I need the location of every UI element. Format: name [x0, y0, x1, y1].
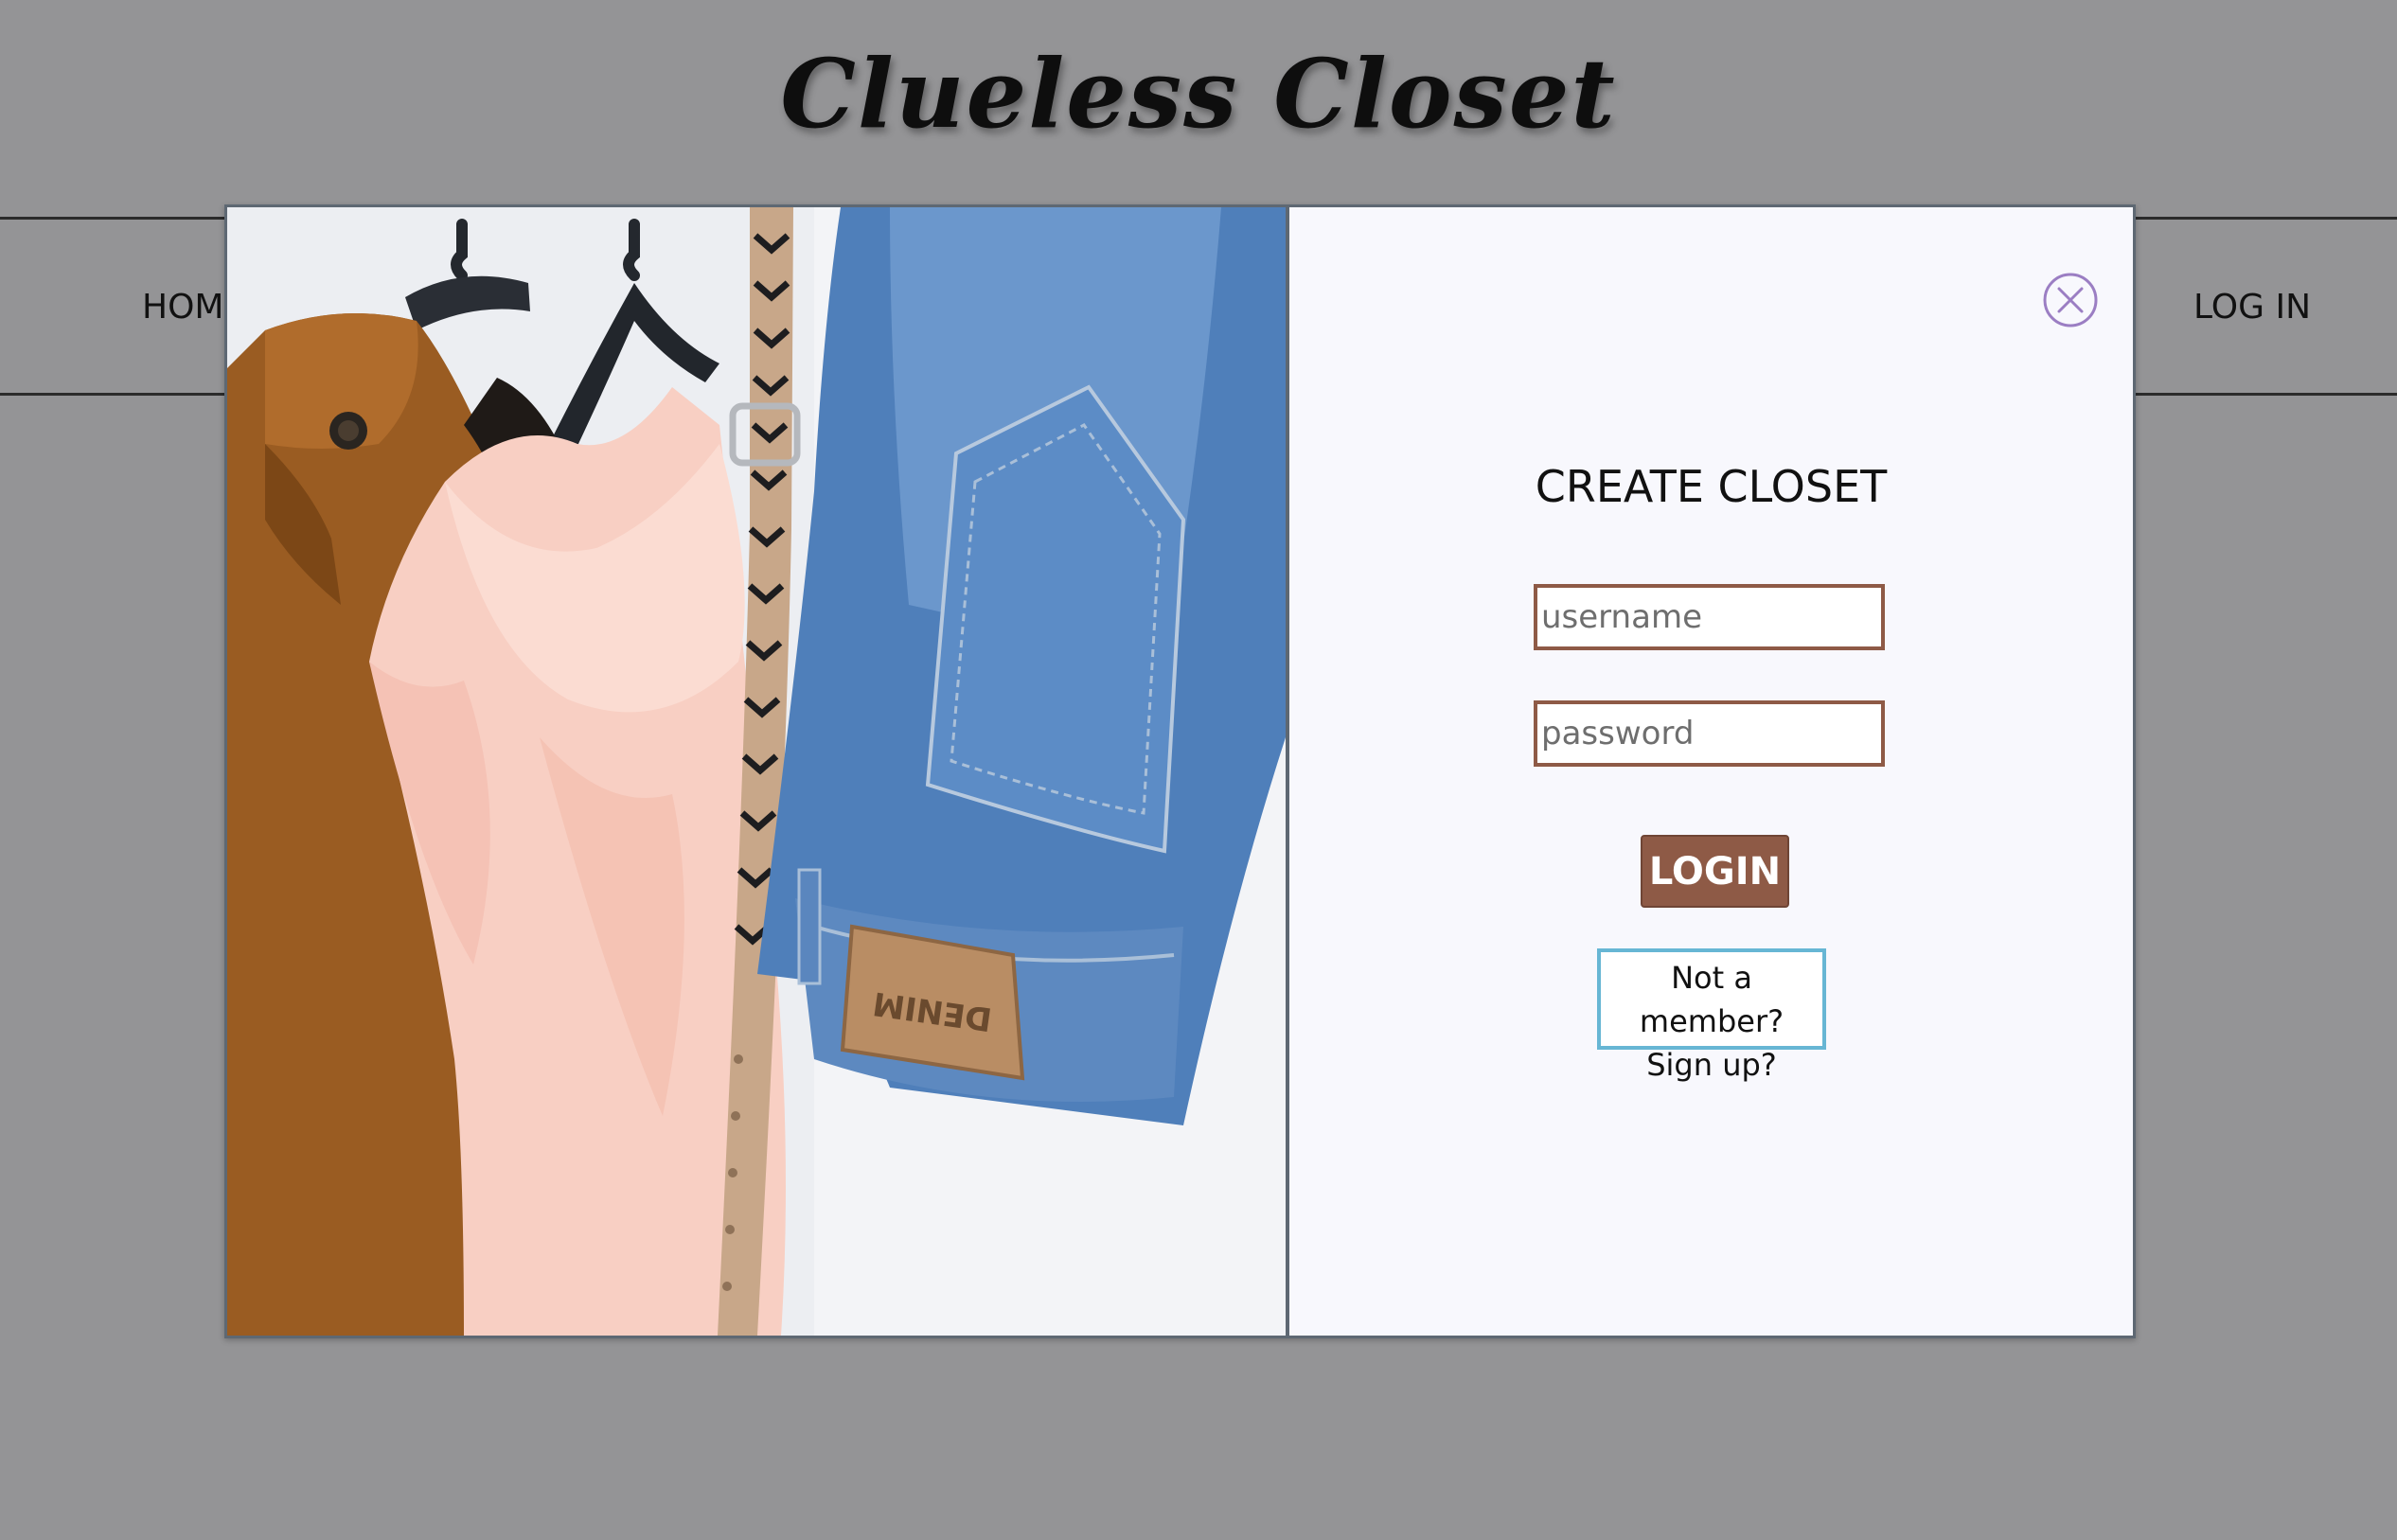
- signup-link[interactable]: Not a member? Sign up?: [1597, 948, 1826, 1083]
- signup-action: Sign up?: [1646, 1047, 1777, 1083]
- form-title: CREATE CLOSET: [1535, 461, 1888, 512]
- close-circle-icon[interactable]: [2042, 272, 2099, 328]
- signup-prompt: Not a member?: [1639, 960, 1784, 1039]
- nav-login-link[interactable]: LOG IN: [2193, 288, 2311, 327]
- clothes-photo: DENIM: [227, 207, 1289, 1336]
- password-input[interactable]: [1534, 700, 1885, 767]
- clothes-illustration: DENIM: [227, 207, 1286, 1336]
- login-form-panel: CREATE CLOSET LOGIN Not a member? Sign u…: [1289, 207, 2133, 1336]
- username-input[interactable]: [1534, 584, 1885, 650]
- login-button[interactable]: LOGIN: [1641, 835, 1789, 908]
- site-title: Clueless Closet: [780, 38, 1617, 150]
- login-modal: DENIM CREATE CLOSET LOGIN Not a member? …: [224, 204, 2136, 1338]
